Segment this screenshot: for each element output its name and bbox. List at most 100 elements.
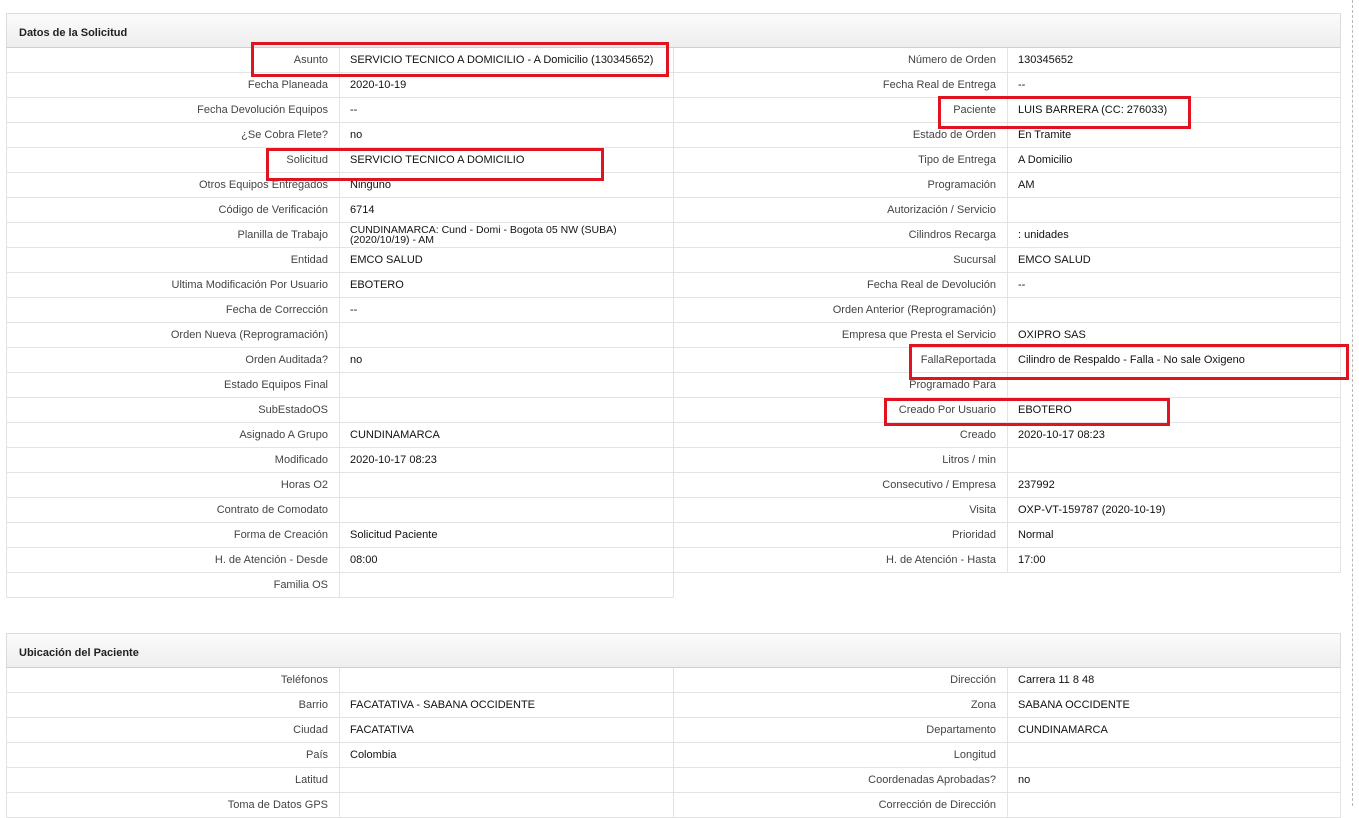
table-row: Horas O2 Consecutivo / Empresa 237992 xyxy=(6,473,1341,498)
field-value-tipo-de-entrega: A Domicilio xyxy=(1008,148,1341,173)
field-value-estado-equipos-final xyxy=(340,373,674,398)
field-label-orden-nueva-reprogramacion: Orden Nueva (Reprogramación) xyxy=(6,323,340,348)
field-value-ultima-modificacion-por-usuario: EBOTERO xyxy=(340,273,674,298)
table-row: Asignado A Grupo CUNDINAMARCA Creado 2020-1… xyxy=(6,423,1341,448)
table-row: Teléfonos Dirección Carrera 11 8 48 xyxy=(6,668,1341,693)
field-value-fecha-devolucion-equipos: -- xyxy=(340,98,674,123)
table-row: Código de Verificación 6714 Autorización /… xyxy=(6,198,1341,223)
field-label-fecha-devolucion-equipos: Fecha Devolución Equipos xyxy=(6,98,340,123)
table-row: Estado Equipos Final Programado Para xyxy=(6,373,1341,398)
field-value-paciente: LUIS BARRERA (CC: 276033) xyxy=(1008,98,1341,123)
table-row: Ciudad FACATATIVA Departamento CUNDINAMARCA xyxy=(6,718,1341,743)
field-value-horas-o2 xyxy=(340,473,674,498)
field-value-fecha-real-de-devolucion: -- xyxy=(1008,273,1341,298)
field-value-fecha-de-correccion: -- xyxy=(340,298,674,323)
table-row: Planilla de Trabajo CUNDINAMARCA: Cund - … xyxy=(6,223,1341,248)
field-value-creado: 2020-10-17 08:23 xyxy=(1008,423,1341,448)
field-label-h-de-atencion-desde: H. de Atención - Desde xyxy=(6,548,340,573)
field-value-orden-nueva-reprogramacion xyxy=(340,323,674,348)
table-row: Latitud Coordenadas Aprobadas? no xyxy=(6,768,1341,793)
field-label-visita: Visita xyxy=(674,498,1008,523)
field-value-cilindros-recarga: : unidades xyxy=(1008,223,1341,248)
field-value-estado-de-orden: En Tramite xyxy=(1008,123,1341,148)
field-value-asunto: SERVICIO TECNICO A DOMICILIO - A Domicil… xyxy=(340,48,674,73)
field-value-programado-para xyxy=(1008,373,1341,398)
field-label-tipo-de-entrega: Tipo de Entrega xyxy=(674,148,1008,173)
field-label-coordenadas-aprobadas: Coordenadas Aprobadas? xyxy=(674,768,1008,793)
table-row: Otros Equipos Entregados Ninguno Programac… xyxy=(6,173,1341,198)
field-label-h-de-atencion-hasta: H. de Atención - Hasta xyxy=(674,548,1008,573)
field-value-contrato-de-comodato xyxy=(340,498,674,523)
field-label-familia-os: Familia OS xyxy=(6,573,340,598)
field-label-ciudad: Ciudad xyxy=(6,718,340,743)
table-row: Ultima Modificación Por Usuario EBOTERO Fe… xyxy=(6,273,1341,298)
field-label-planilla-de-trabajo: Planilla de Trabajo xyxy=(6,223,340,248)
field-value-forma-de-creacion: Solicitud Paciente xyxy=(340,523,674,548)
table-row: Contrato de Comodato Visita OXP-VT-159787 … xyxy=(6,498,1341,523)
field-value-ciudad: FACATATIVA xyxy=(340,718,674,743)
field-value-entidad: EMCO SALUD xyxy=(340,248,674,273)
field-label-direccion: Dirección xyxy=(674,668,1008,693)
field-label-cilindros-recarga: Cilindros Recarga xyxy=(674,223,1008,248)
field-label-telefonos: Teléfonos xyxy=(6,668,340,693)
field-label-zona: Zona xyxy=(674,693,1008,718)
solicitud-panel-title: Datos de la Solicitud xyxy=(6,13,1341,48)
field-label-solicitud: Solicitud xyxy=(6,148,340,173)
ubicacion-panel: Ubicación del Paciente Teléfonos Direcció… xyxy=(6,633,1341,818)
field-label-otros-equipos-entregados: Otros Equipos Entregados xyxy=(6,173,340,198)
field-label-pais: País xyxy=(6,743,340,768)
field-label-programado-para: Programado Para xyxy=(674,373,1008,398)
table-row: Barrio FACATATIVA - SABANA OCCIDENTE Zona S… xyxy=(6,693,1341,718)
field-value-coordenadas-aprobadas: no xyxy=(1008,768,1341,793)
field-value-numero-de-orden: 130345652 xyxy=(1008,48,1341,73)
field-value-codigo-de-verificacion: 6714 xyxy=(340,198,674,223)
field-value-pais: Colombia xyxy=(340,743,674,768)
field-label-latitud: Latitud xyxy=(6,768,340,793)
table-row: Fecha Devolución Equipos -- Paciente LUIS B… xyxy=(6,98,1341,123)
field-label-orden-anterior-reprogramacion: Orden Anterior (Reprogramación) xyxy=(674,298,1008,323)
field-label-fecha-real-de-entrega: Fecha Real de Entrega xyxy=(674,73,1008,98)
field-label-subestadoos: SubEstadoOS xyxy=(6,398,340,423)
table-row: Entidad EMCO SALUD Sucursal EMCO SALUD xyxy=(6,248,1341,273)
field-label-modificado: Modificado xyxy=(6,448,340,473)
field-value-se-cobra-flete: no xyxy=(340,123,674,148)
field-value-modificado: 2020-10-17 08:23 xyxy=(340,448,674,473)
field-value-h-de-atencion-hasta: 17:00 xyxy=(1008,548,1341,573)
table-row: Orden Nueva (Reprogramación) Empresa que … xyxy=(6,323,1341,348)
table-row: Fecha Planeada 2020-10-19 Fecha Real de En… xyxy=(6,73,1341,98)
field-value-longitud xyxy=(1008,743,1341,768)
field-label-forma-de-creacion: Forma de Creación xyxy=(6,523,340,548)
table-row: Modificado 2020-10-17 08:23 Litros / min xyxy=(6,448,1341,473)
field-label-estado-equipos-final: Estado Equipos Final xyxy=(6,373,340,398)
field-value-barrio: FACATATIVA - SABANA OCCIDENTE xyxy=(340,693,674,718)
field-label-autorizacion-servicio: Autorización / Servicio xyxy=(674,198,1008,223)
field-label-empresa-que-presta-el-servicio: Empresa que Presta el Servicio xyxy=(674,323,1008,348)
field-value-fecha-planeada: 2020-10-19 xyxy=(340,73,674,98)
field-value-programacion: AM xyxy=(1008,173,1341,198)
field-value-h-de-atencion-desde: 08:00 xyxy=(340,548,674,573)
field-label-departamento: Departamento xyxy=(674,718,1008,743)
table-row: País Colombia Longitud xyxy=(6,743,1341,768)
field-label-asunto: Asunto xyxy=(6,48,340,73)
field-value-empresa-que-presta-el-servicio: OXIPRO SAS xyxy=(1008,323,1341,348)
field-value-familia-os xyxy=(340,573,674,598)
field-value-litros-min xyxy=(1008,448,1341,473)
table-row: Forma de Creación Solicitud Paciente Prior… xyxy=(6,523,1341,548)
field-value-sucursal: EMCO SALUD xyxy=(1008,248,1341,273)
table-row: Familia OS xyxy=(6,573,1341,598)
field-label-se-cobra-flete: ¿Se Cobra Flete? xyxy=(6,123,340,148)
field-value-fecha-real-de-entrega: -- xyxy=(1008,73,1341,98)
field-label-creado-por-usuario: Creado Por Usuario xyxy=(674,398,1008,423)
field-label-sucursal: Sucursal xyxy=(674,248,1008,273)
field-label-litros-min: Litros / min xyxy=(674,448,1008,473)
field-value-planilla-de-trabajo: CUNDINAMARCA: Cund - Domi - Bogota 05 NW… xyxy=(340,223,674,248)
field-label-prioridad: Prioridad xyxy=(674,523,1008,548)
field-label-consecutivo-empresa: Consecutivo / Empresa xyxy=(674,473,1008,498)
field-value-consecutivo-empresa: 237992 xyxy=(1008,473,1341,498)
field-value-autorizacion-servicio xyxy=(1008,198,1341,223)
table-row: Solicitud SERVICIO TECNICO A DOMICILIO Tip… xyxy=(6,148,1341,173)
table-row: ¿Se Cobra Flete? no Estado de Orden En Tram… xyxy=(6,123,1341,148)
field-value-direccion: Carrera 11 8 48 xyxy=(1008,668,1341,693)
table-row: H. de Atención - Desde 08:00 H. de Atenció… xyxy=(6,548,1341,573)
field-label-fallareportada: FallaReportada xyxy=(674,348,1008,373)
